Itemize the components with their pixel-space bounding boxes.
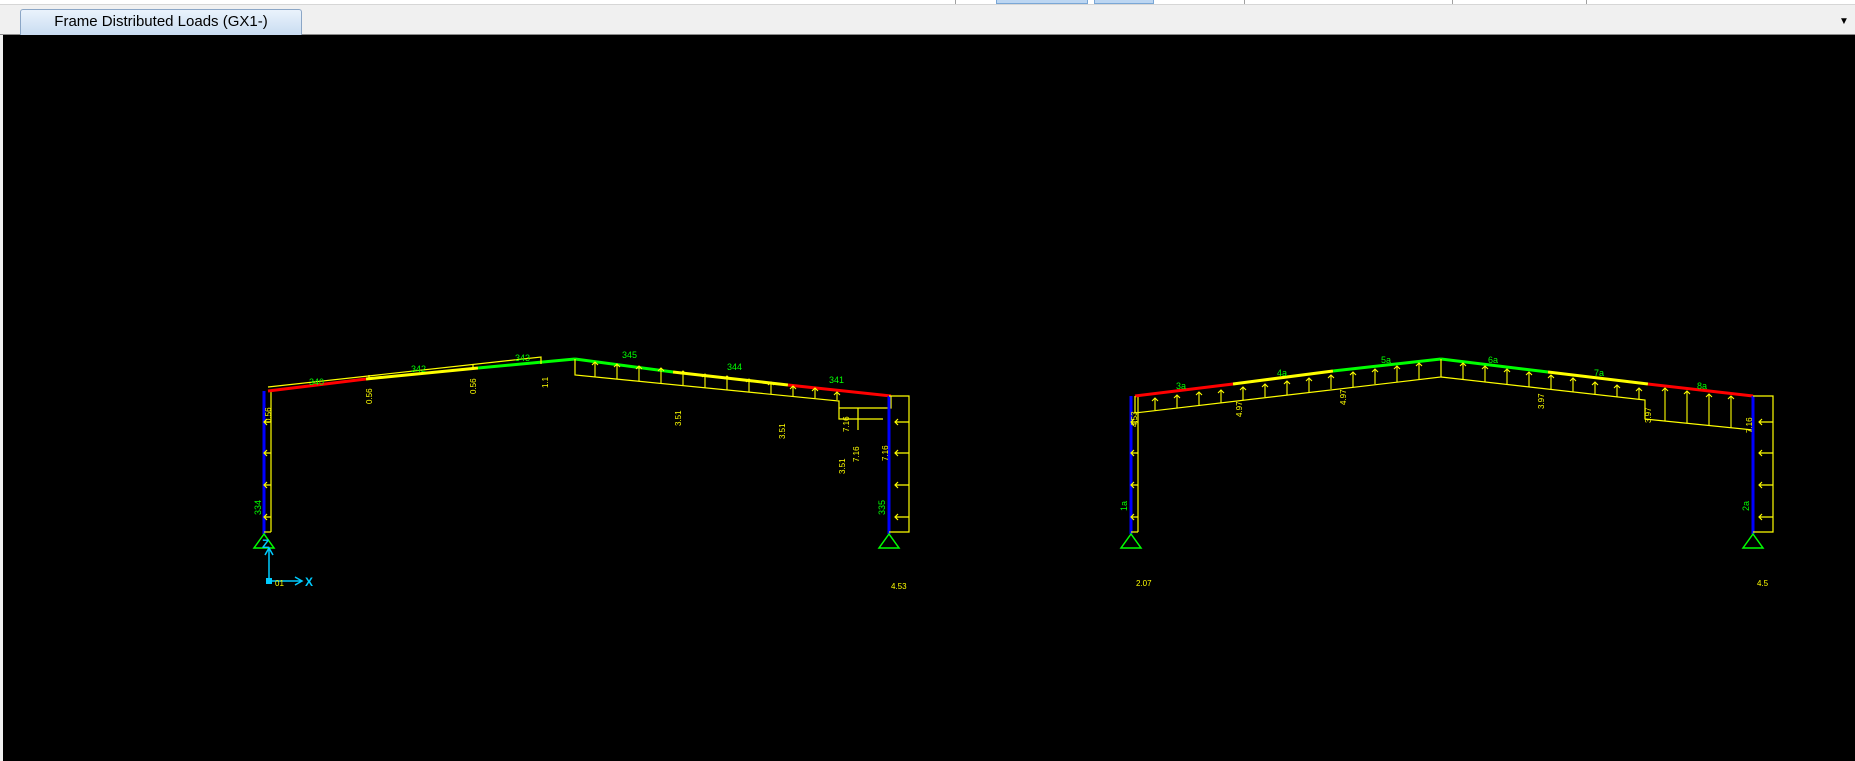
member-label: 345 <box>622 350 637 360</box>
frame-right: 3a 4a 5a 6a 7a 8a 1a 2a 4.53 4.97 4.97 3… <box>1119 355 1774 588</box>
load-value: 0.56 <box>264 407 273 423</box>
tab-label: Frame Distributed Loads (GX1-) <box>54 13 268 30</box>
load-value: 3.51 <box>778 423 787 439</box>
axis-z-label: Z <box>262 537 269 551</box>
load-value: 4.53 <box>1130 411 1139 427</box>
origin-label: 01 <box>275 579 284 588</box>
load-value: 3.97 <box>1537 393 1546 409</box>
model-view-svg: 340 342 343 345 344 341 334 335 0.56 0.5… <box>252 350 1774 591</box>
member-label: 7a <box>1594 368 1604 378</box>
load-value: 0.56 <box>365 388 374 404</box>
member-label: 6a <box>1488 355 1498 365</box>
axis-x-label: X <box>305 575 313 589</box>
load-value: 7.16 <box>881 445 890 461</box>
load-diagram-column-2a <box>1753 395 1774 533</box>
global-axes-icon: Z X 01 <box>262 537 313 589</box>
member-label: 335 <box>877 500 887 515</box>
tab-bar: Frame Distributed Loads (GX1-) ▼ <box>0 5 1855 35</box>
member-label: 340 <box>309 377 324 387</box>
member-label: 8a <box>1697 381 1707 391</box>
load-diagram-column-335 <box>889 395 910 533</box>
member-label: 343 <box>515 353 530 363</box>
member-label: 5a <box>1381 355 1391 365</box>
toolbar-separator <box>1244 0 1245 4</box>
load-value: 4.97 <box>1235 401 1244 417</box>
member-label: 3a <box>1176 381 1186 391</box>
load-value: 7.16 <box>842 416 851 432</box>
member-label: 334 <box>253 500 263 515</box>
member-label: 342 <box>411 364 426 374</box>
base-label: 4.53 <box>891 582 907 591</box>
base-label: 2.07 <box>1136 579 1152 588</box>
support-icon[interactable] <box>1119 532 1143 549</box>
toolbar-separator <box>1586 0 1587 4</box>
load-value: 4.97 <box>1339 389 1348 405</box>
canvas-area: 340 342 343 345 344 341 334 335 0.56 0.5… <box>0 35 1855 761</box>
member-label: 1a <box>1119 501 1129 511</box>
load-value: 3.51 <box>838 458 847 474</box>
toolbar-separator <box>1452 0 1453 4</box>
load-value: 1.1 <box>541 376 550 388</box>
toolbar-dropdown[interactable] <box>996 0 1088 4</box>
toolbar-separator <box>955 0 956 4</box>
member-label: 4a <box>1277 368 1287 378</box>
base-label: 4.5 <box>1757 579 1769 588</box>
frame-left: 340 342 343 345 344 341 334 335 0.56 0.5… <box>252 350 910 591</box>
load-value: 7.16 <box>852 446 861 462</box>
model-viewport[interactable]: 340 342 343 345 344 341 334 335 0.56 0.5… <box>3 35 1855 761</box>
member-label: 2a <box>1741 501 1751 511</box>
support-icon[interactable] <box>877 532 901 549</box>
support-icon[interactable] <box>1741 532 1765 549</box>
load-value: 0.56 <box>469 378 478 394</box>
load-value: 3.51 <box>674 410 683 426</box>
tab-frame-distributed-loads[interactable]: Frame Distributed Loads (GX1-) <box>20 9 302 35</box>
member-label: 344 <box>727 362 742 372</box>
chevron-down-icon[interactable]: ▼ <box>1837 14 1851 28</box>
member-label: 341 <box>829 375 844 385</box>
load-diagram-right-frame-rafters <box>1134 359 1754 431</box>
toolbar-dropdown[interactable] <box>1094 0 1154 4</box>
app-window: Frame Distributed Loads (GX1-) ▼ 340 342… <box>0 0 1855 761</box>
load-value: 7.16 <box>1745 417 1754 433</box>
load-value: 3.97 <box>1644 407 1653 423</box>
